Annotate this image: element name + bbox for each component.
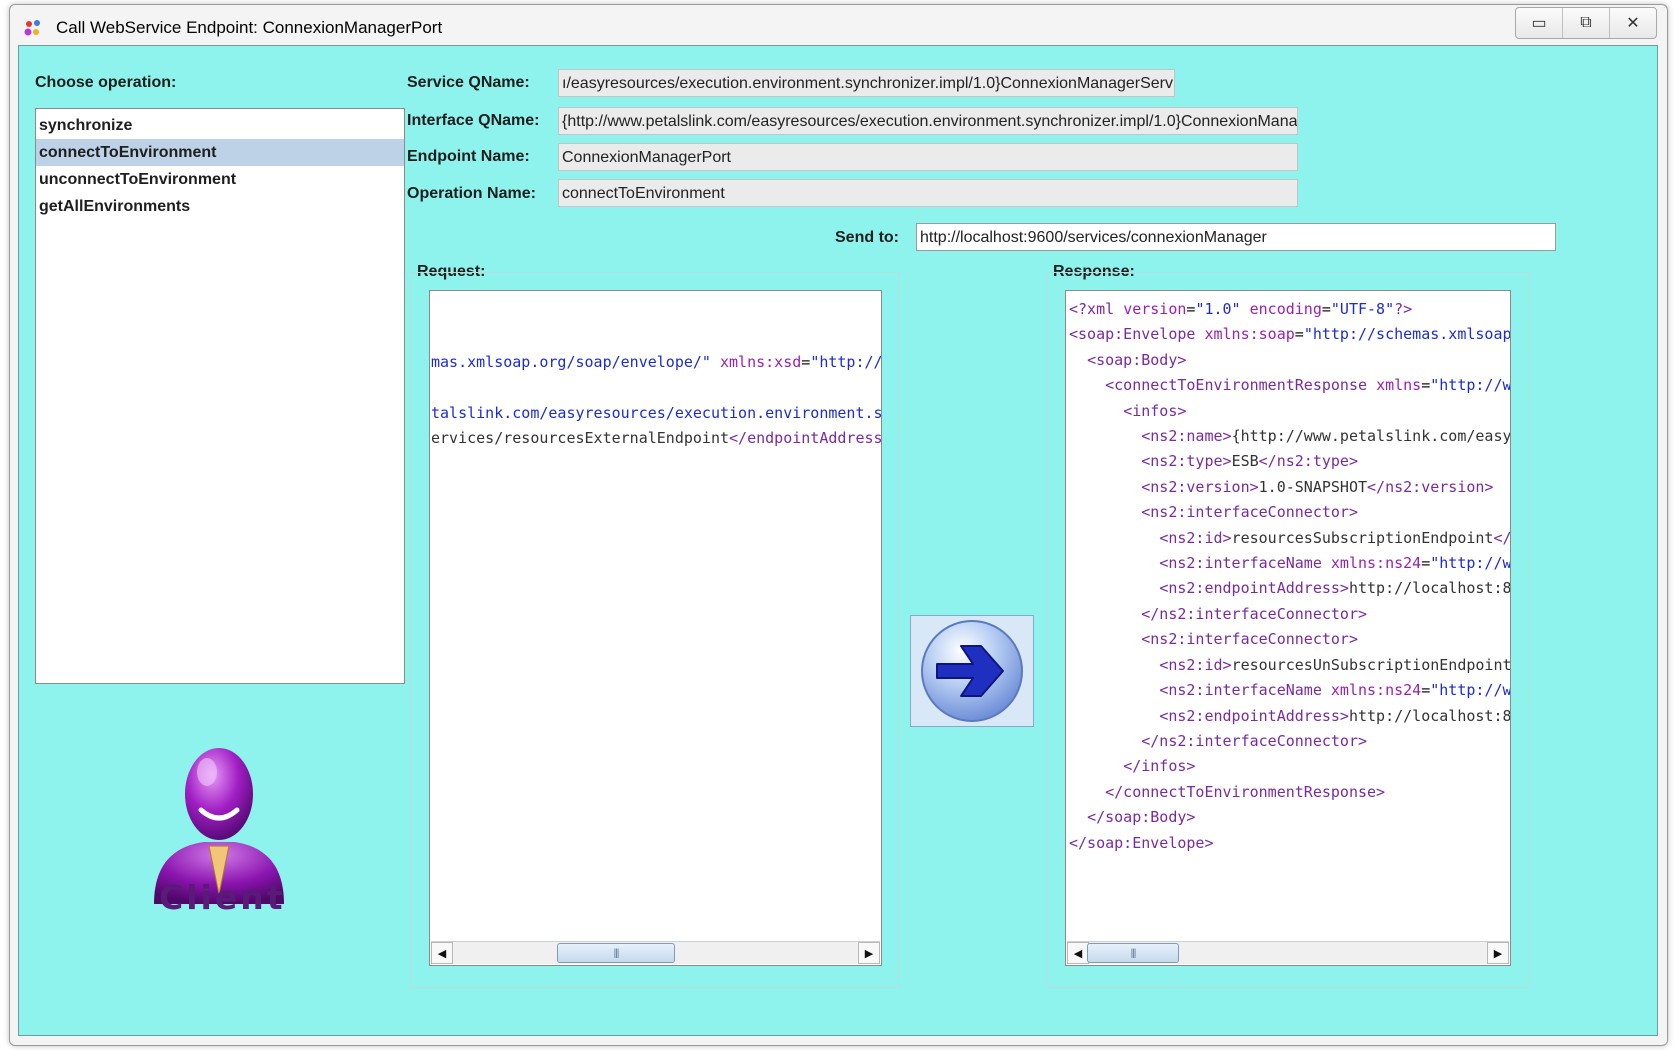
close-button[interactable]: ✕	[1610, 8, 1656, 38]
operation-item-unconnect-to-environment[interactable]: unconnectToEnvironment	[36, 166, 404, 193]
request-xml-text: mas.xmlsoap.org/soap/envelope/" xmlns:xs…	[431, 352, 882, 448]
close-icon: ✕	[1626, 15, 1640, 32]
endpoint-name-field[interactable]: ConnexionManagerPort	[558, 143, 1298, 171]
operation-item-synchronize[interactable]: synchronize	[36, 112, 404, 139]
chevron-left-icon: ◀	[437, 947, 447, 960]
choose-operation-label: Choose operation:	[35, 74, 177, 91]
service-qname-label: Service QName:	[407, 74, 530, 91]
response-xml-text: <?xml version="1.0" encoding="UTF-8"?> <…	[1069, 300, 1511, 852]
main-window: Call WebService Endpoint: ConnexionManag…	[9, 4, 1668, 1046]
operation-item-get-all-environments[interactable]: getAllEnvironments	[36, 193, 404, 220]
operation-list[interactable]: synchronize connectToEnvironment unconne…	[35, 108, 405, 684]
send-request-button[interactable]	[910, 615, 1034, 727]
chevron-right-icon: ▶	[1493, 947, 1503, 960]
scrollbar-thumb[interactable]: |||	[557, 943, 675, 963]
window-title: Call WebService Endpoint: ConnexionManag…	[56, 18, 443, 37]
scroll-left-button[interactable]: ◀	[1067, 942, 1089, 964]
operation-item-connect-to-environment[interactable]: connectToEnvironment	[36, 139, 404, 166]
operation-name-label: Operation Name:	[407, 185, 536, 202]
endpoint-name-label: Endpoint Name:	[407, 148, 530, 165]
maximize-icon: ⧉	[1580, 14, 1592, 31]
response-horizontal-scrollbar[interactable]: ◀ ||| ▶	[1067, 941, 1509, 964]
request-horizontal-scrollbar[interactable]: ◀ ||| ▶	[431, 941, 880, 964]
content-area: Choose operation: synchronize connectToE…	[18, 45, 1658, 1036]
window-controls: ▭ ⧉ ✕	[1515, 7, 1657, 39]
send-to-input[interactable]: http://localhost:9600/services/connexion…	[916, 223, 1556, 251]
response-editor[interactable]: <?xml version="1.0" encoding="UTF-8"?> <…	[1065, 290, 1511, 966]
request-editor[interactable]: mas.xmlsoap.org/soap/envelope/" xmlns:xs…	[429, 290, 882, 966]
minimize-button[interactable]: ▭	[1516, 8, 1563, 38]
chevron-right-icon: ▶	[864, 947, 874, 960]
interface-qname-label: Interface QName:	[407, 112, 540, 129]
scroll-right-button[interactable]: ▶	[1487, 942, 1509, 964]
send-to-label: Send to:	[835, 229, 899, 246]
operation-name-field[interactable]: connectToEnvironment	[558, 179, 1298, 207]
client-label: Client	[159, 878, 286, 917]
arrow-right-icon	[921, 620, 1023, 722]
chevron-left-icon: ◀	[1073, 947, 1083, 960]
maximize-button[interactable]: ⧉	[1563, 8, 1610, 38]
minimize-icon: ▭	[1531, 15, 1547, 32]
service-qname-field[interactable]: ı/easyresources/execution.environment.sy…	[558, 69, 1175, 97]
scrollbar-thumb[interactable]: |||	[1087, 943, 1179, 963]
app-icon	[24, 20, 40, 36]
title-bar: Call WebService Endpoint: ConnexionManag…	[10, 5, 1667, 45]
scroll-left-button[interactable]: ◀	[431, 942, 453, 964]
interface-qname-field[interactable]: {http://www.petalslink.com/easyresources…	[558, 107, 1298, 135]
scroll-right-button[interactable]: ▶	[858, 942, 880, 964]
